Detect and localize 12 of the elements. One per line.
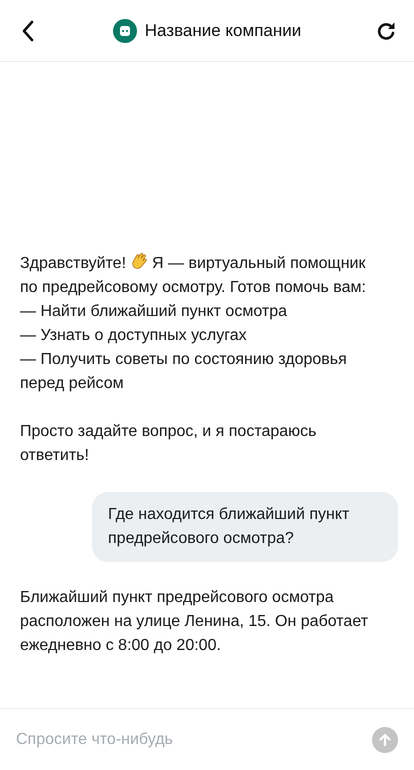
bot-message-text: — Узнать о доступных услугах [20, 326, 248, 346]
bot-message-text: Просто задайте вопрос, и я постараюсь ответить! [20, 422, 318, 466]
user-message-bubble: Где находится ближайший пункт предрейсового осмотра? [92, 492, 398, 562]
message-input-field[interactable]: Спросите что-нибудь [16, 728, 372, 752]
arrow-up-icon [378, 732, 392, 746]
bot-logo-icon [112, 18, 137, 42]
back-icon [20, 20, 36, 42]
bot-message-text: Здравствуйте! Я — виртуальный помощник по предрейсовому осмотру. Готов помочь вам: [20, 251, 372, 300]
header-title: Название компании [144, 20, 302, 42]
bot-message-text: — Получить советы по состоянию здоровья перед рейсом [20, 350, 348, 394]
bot-message-text: Ближайший пункт предрейсового осмотра расположен на улице Ленина, 15. Он работает ежедневно с 8:00 до 20:00. [20, 588, 370, 656]
bot-message-text: — Найти ближайший пункт осмотра [20, 302, 288, 322]
